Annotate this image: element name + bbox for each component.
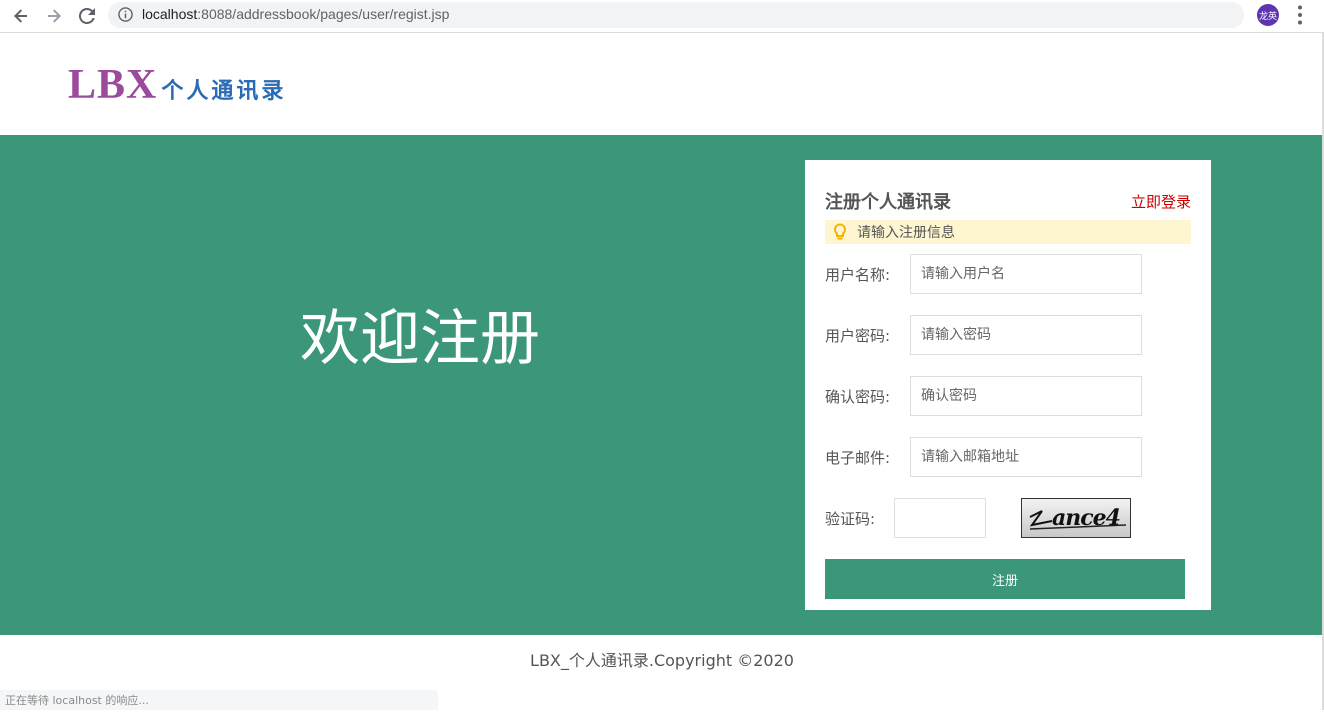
status-bar: 正在等待 localhost 的响应... (0, 690, 438, 710)
username-row: 用户名称: (825, 254, 1191, 294)
lightbulb-icon (833, 223, 847, 241)
captcha-image[interactable]: ance4 (1021, 498, 1131, 538)
forward-icon[interactable] (42, 4, 66, 28)
email-input[interactable] (910, 437, 1142, 477)
login-link[interactable]: 立即登录 (1131, 191, 1191, 212)
info-icon[interactable] (118, 7, 133, 26)
password-row: 用户密码: (825, 315, 1191, 355)
browser-toolbar: localhost:8088/addressbook/pages/user/re… (0, 0, 1324, 33)
username-label: 用户名称: (825, 265, 891, 284)
profile-avatar[interactable]: 龙英 (1257, 4, 1279, 26)
captcha-row: 验证码: ance4 (825, 498, 1191, 538)
captcha-text: ance4 (1052, 505, 1121, 531)
footer-copyright: LBX_个人通讯录.Copyright ©2020 (530, 651, 794, 670)
url-text: localhost:8088/addressbook/pages/user/re… (142, 6, 450, 22)
logo[interactable]: LBX 个人通讯录 (68, 61, 286, 109)
password-input[interactable] (910, 315, 1142, 355)
banner: 欢迎注册 注册个人通讯录 立即登录 请输入注册信息 用户名称: 用户密码: 确认… (0, 135, 1324, 635)
more-menu-icon[interactable] (1292, 5, 1308, 29)
register-button[interactable]: 注册 (825, 559, 1185, 599)
reload-icon[interactable] (75, 4, 99, 28)
site-header: LBX 个人通讯录 (0, 33, 1324, 135)
username-input[interactable] (910, 254, 1142, 294)
confirm-password-input[interactable] (910, 376, 1142, 416)
info-tip: 请输入注册信息 (825, 220, 1191, 244)
welcome-heading: 欢迎注册 (300, 304, 540, 374)
back-icon[interactable] (9, 4, 33, 28)
logo-latin: LBX (68, 62, 158, 108)
password-label: 用户密码: (825, 326, 891, 345)
confirm-password-row: 确认密码: (825, 376, 1191, 416)
tip-text: 请输入注册信息 (857, 225, 955, 241)
address-bar[interactable]: localhost:8088/addressbook/pages/user/re… (108, 2, 1244, 28)
form-title: 注册个人通讯录 (825, 192, 951, 213)
email-row: 电子邮件: (825, 437, 1191, 477)
email-label: 电子邮件: (825, 448, 891, 467)
confirm-password-label: 确认密码: (825, 387, 891, 406)
register-panel: 注册个人通讯录 立即登录 请输入注册信息 用户名称: 用户密码: 确认密码: 电… (805, 160, 1211, 610)
captcha-input[interactable] (894, 498, 986, 538)
logo-chinese: 个人通讯录 (161, 79, 287, 104)
